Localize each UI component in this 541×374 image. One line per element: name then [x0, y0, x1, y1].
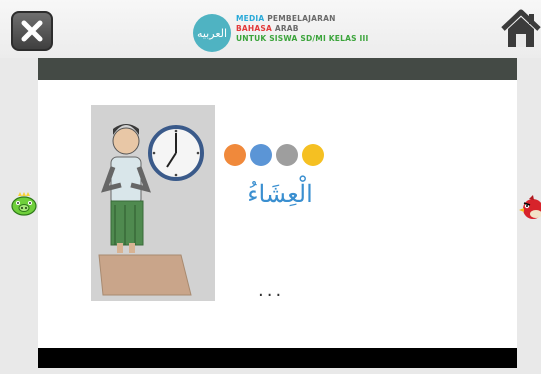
app-brand-text: MEDIA PEMBELAJARAN BAHASA ARAB UNTUK SIS…	[236, 14, 369, 43]
prev-button[interactable]	[10, 190, 38, 218]
next-button[interactable]	[519, 194, 541, 220]
dot-blue	[250, 144, 272, 166]
ellipsis-indicator[interactable]: ...	[258, 280, 284, 301]
header-bar: العربيه MEDIA PEMBELAJARAN BAHASA ARAB U…	[0, 0, 541, 58]
arabic-word: الْعِشَاءُ	[247, 180, 313, 208]
close-button[interactable]	[11, 11, 53, 51]
dot-orange	[224, 144, 246, 166]
top-dark-bar	[38, 58, 517, 80]
color-dots	[224, 144, 324, 166]
close-icon	[21, 20, 43, 42]
dot-gray	[276, 144, 298, 166]
home-icon	[501, 9, 541, 47]
dot-yellow	[302, 144, 324, 166]
svg-text:العربيه: العربيه	[197, 27, 227, 40]
prayer-illustration	[91, 105, 215, 301]
home-button[interactable]	[501, 9, 541, 49]
app-logo: العربيه	[193, 14, 231, 52]
bottom-dark-bar	[38, 348, 517, 368]
red-bird-icon	[519, 195, 541, 219]
green-pig-icon	[11, 192, 37, 216]
